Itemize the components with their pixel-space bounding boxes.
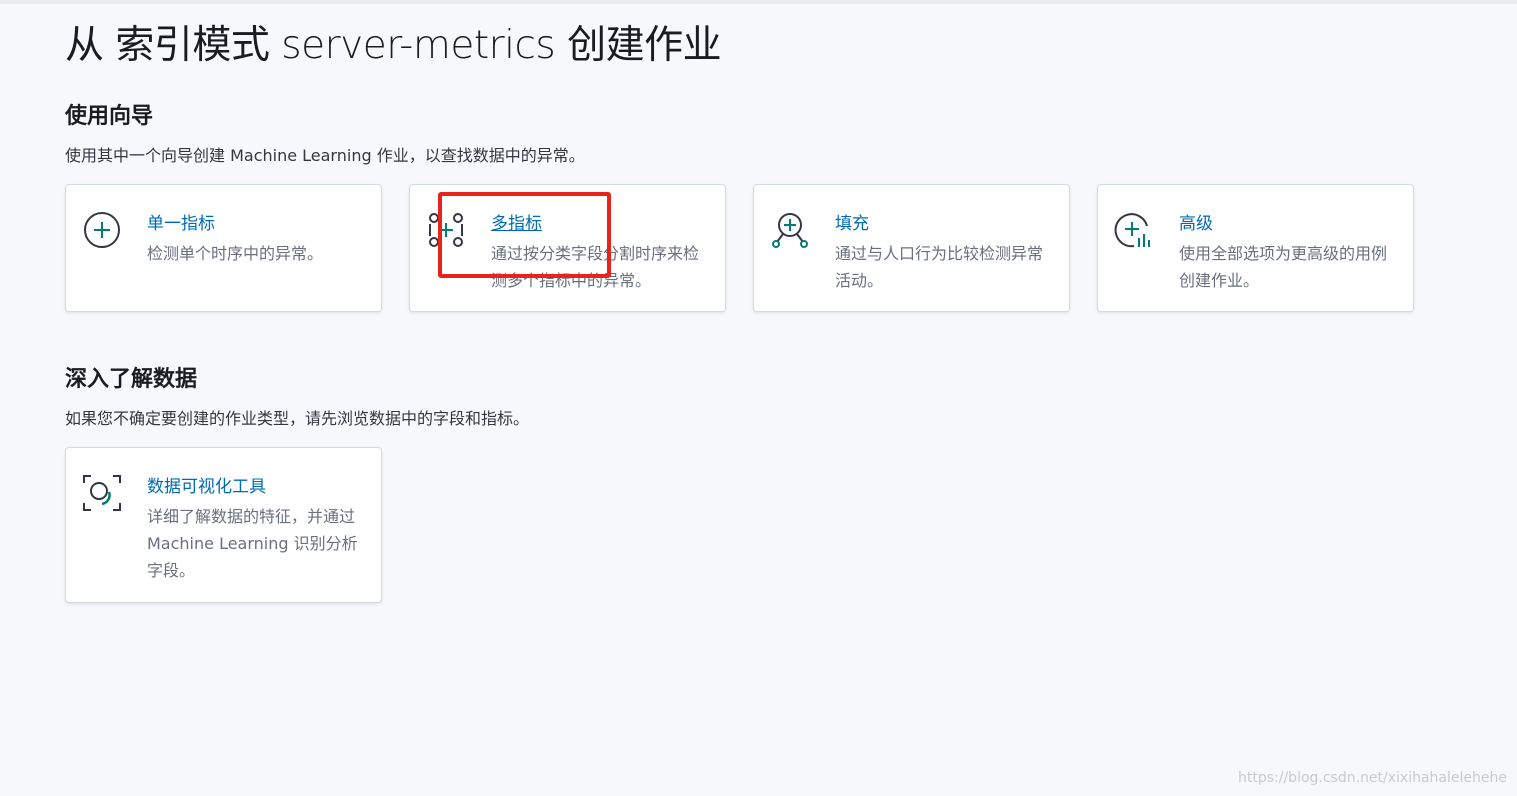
population-title[interactable]: 填充 (835, 209, 869, 234)
plus-circle-icon (84, 212, 120, 248)
page: 从 索引模式 server-metrics 创建作业 使用向导 使用其中一个向导… (0, 0, 1517, 796)
wizard-section-title: 使用向导 (65, 104, 154, 129)
watermark: https://blog.csdn.net/xixihahalelehehe (1238, 770, 1507, 786)
advanced-description: 使用全部选项为更高级的用例创建作业。 (1179, 244, 1388, 290)
advanced-card[interactable]: 高级 使用全部选项为更高级的用例创建作业。 (1097, 184, 1414, 312)
page-title: 从 索引模式 server-metrics 创建作业 (65, 23, 722, 68)
top-border (0, 0, 1517, 4)
multi-metric-title[interactable]: 多指标 (491, 209, 542, 234)
explore-section-description: 如果您不确定要创建的作业类型，请先浏览数据中的字段和指标。 (65, 409, 530, 428)
data-visualizer-card[interactable]: 数据可视化工具 详细了解数据的特征，并通过 Machine Learning 识… (65, 447, 382, 603)
data-visualizer-title[interactable]: 数据可视化工具 (147, 472, 266, 497)
wizard-section-description: 使用其中一个向导创建 Machine Learning 作业，以查找数据中的异常… (65, 146, 585, 165)
explore-section-title: 深入了解数据 (65, 367, 198, 392)
multi-metric-card[interactable]: 多指标 通过按分类字段分割时序来检测多个指标中的异常。 (409, 184, 726, 312)
population-description: 通过与人口行为比较检测异常活动。 (835, 244, 1044, 290)
single-metric-title[interactable]: 单一指标 (147, 209, 215, 234)
population-icon (772, 213, 808, 248)
multi-metric-icon (429, 213, 463, 247)
data-visualizer-icon (83, 475, 121, 511)
multi-metric-description: 通过按分类字段分割时序来检测多个指标中的异常。 (491, 244, 700, 290)
advanced-chart-icon (1114, 213, 1150, 248)
single-metric-description: 检测单个时序中的异常。 (147, 244, 324, 263)
data-visualizer-description: 详细了解数据的特征，并通过 Machine Learning 识别分析字段。 (147, 507, 358, 580)
population-card[interactable]: 填充 通过与人口行为比较检测异常活动。 (753, 184, 1070, 312)
advanced-title[interactable]: 高级 (1179, 209, 1213, 234)
single-metric-card[interactable]: 单一指标 检测单个时序中的异常。 (65, 184, 382, 312)
